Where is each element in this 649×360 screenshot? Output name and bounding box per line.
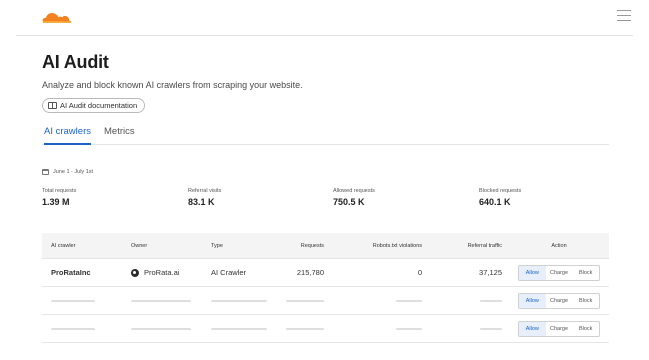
action-segmented-control: Allow Charge Block xyxy=(518,265,600,281)
column-header-owner[interactable]: Owner xyxy=(131,233,147,258)
placeholder-cell xyxy=(437,287,502,314)
placeholder-cell xyxy=(342,315,422,342)
date-range-picker[interactable]: June 1 - July 1st xyxy=(42,169,93,175)
charge-button[interactable]: Charge xyxy=(546,322,573,336)
top-navigation-bar xyxy=(16,0,633,36)
stat-referral-visits: Referral visits 83.1 K xyxy=(188,188,221,207)
action-segmented-control: Allow Charge Block xyxy=(518,293,600,309)
page-title: AI Audit xyxy=(42,52,109,72)
owner-logo-icon xyxy=(131,268,139,277)
placeholder-cell xyxy=(272,287,324,314)
block-button[interactable]: Block xyxy=(572,266,599,280)
hamburger-menu-icon[interactable] xyxy=(617,10,631,24)
placeholder-cell xyxy=(437,315,502,342)
stat-label: Total requests xyxy=(42,188,77,194)
action-segmented-control: Allow Charge Block xyxy=(518,321,600,337)
date-range-label: June 1 - July 1st xyxy=(53,169,94,175)
column-header-referral[interactable]: Referral traffic xyxy=(437,233,502,258)
stat-label: Referral visits xyxy=(188,188,222,194)
stat-label: Allowed requests xyxy=(333,188,375,194)
placeholder-cell xyxy=(51,287,95,314)
block-button[interactable]: Block xyxy=(572,322,599,336)
stat-value: 640.1 K xyxy=(479,197,511,207)
calendar-icon xyxy=(42,169,49,175)
column-header-crawler[interactable]: AI crawler xyxy=(51,233,75,258)
cloud-logo-icon[interactable] xyxy=(42,9,72,23)
stat-value: 750.5 K xyxy=(333,197,365,207)
table-row-placeholder: Allow Charge Block xyxy=(42,315,609,343)
tab-metrics[interactable]: Metrics xyxy=(104,126,135,145)
allow-button[interactable]: Allow xyxy=(519,322,546,336)
placeholder-cell xyxy=(51,315,95,342)
placeholder-cell xyxy=(131,315,191,342)
block-button[interactable]: Block xyxy=(572,294,599,308)
column-header-type[interactable]: Type xyxy=(211,233,223,258)
requests-cell: 215,780 xyxy=(296,268,324,277)
crawlers-table: AI crawler Owner Type Requests Robots.tx… xyxy=(42,233,609,343)
owner-name: ProRata.ai xyxy=(144,268,180,277)
type-cell: AI Crawler xyxy=(211,268,247,277)
owner-cell: ProRata.ai xyxy=(131,259,179,286)
table-row-placeholder: Allow Charge Block xyxy=(42,287,609,315)
placeholder-cell xyxy=(342,287,422,314)
column-header-violations[interactable]: Robots.txt violations xyxy=(342,233,422,258)
tab-bar: AI crawlers Metrics xyxy=(42,126,609,145)
documentation-button-label: AI Audit documentation xyxy=(60,101,138,110)
placeholder-cell xyxy=(211,315,267,342)
book-icon xyxy=(48,102,57,109)
crawler-name[interactable]: ProRataInc xyxy=(51,259,91,286)
stat-value: 1.39 M xyxy=(42,197,70,207)
placeholder-cell xyxy=(272,315,324,342)
documentation-button[interactable]: AI Audit documentation xyxy=(42,98,146,113)
charge-button[interactable]: Charge xyxy=(546,266,573,280)
stat-blocked-requests: Blocked requests 640.1 K xyxy=(479,188,521,207)
column-header-action: Action xyxy=(551,242,567,249)
stat-allowed-requests: Allowed requests 750.5 K xyxy=(333,188,375,207)
referral-cell: 37,125 xyxy=(479,268,502,277)
stat-label: Blocked requests xyxy=(479,188,522,194)
allow-button[interactable]: Allow xyxy=(519,294,546,308)
table-row: ProRataInc ProRata.ai AI Crawler 215,780… xyxy=(42,259,609,287)
tab-ai-crawlers[interactable]: AI crawlers xyxy=(44,126,91,145)
table-header: AI crawler Owner Type Requests Robots.tx… xyxy=(42,233,609,259)
violations-cell: 0 xyxy=(417,268,422,277)
allow-button[interactable]: Allow xyxy=(519,266,546,280)
charge-button[interactable]: Charge xyxy=(546,294,573,308)
page-subtitle: Analyze and block known AI crawlers from… xyxy=(42,80,303,90)
column-header-requests[interactable]: Requests xyxy=(272,233,324,258)
placeholder-cell xyxy=(131,287,191,314)
placeholder-cell xyxy=(211,287,267,314)
stat-total-requests: Total requests 1.39 M xyxy=(42,188,76,207)
stat-value: 83.1 K xyxy=(188,197,215,207)
